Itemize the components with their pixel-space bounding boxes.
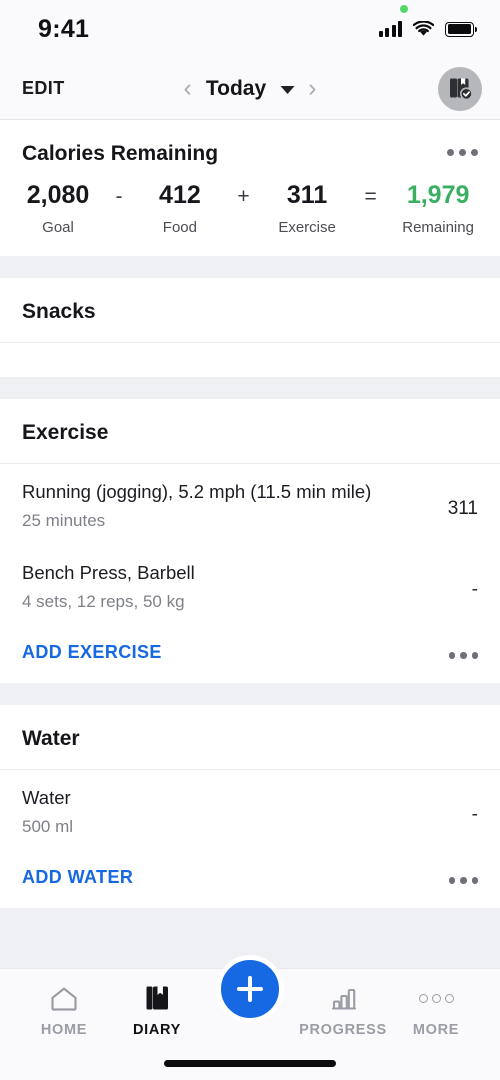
tab-diary[interactable]: DIARY (111, 983, 203, 1038)
exercise-value: 311 (286, 181, 328, 209)
status-bar: 9:41 (0, 0, 500, 58)
edit-button[interactable]: EDIT (22, 78, 65, 99)
snacks-title: Snacks (22, 299, 96, 323)
overflow-menu-icon[interactable] (447, 142, 478, 156)
exercise-entry-main: Running (jogging), 5.2 mph (11.5 min mil… (22, 480, 371, 531)
goal-value: 2,080 (26, 181, 90, 209)
more-dots-icon (418, 983, 454, 1013)
list-item-title: Bench Press, Barbell (22, 561, 195, 583)
list-item-value: 311 (447, 497, 478, 519)
operator-equals: = (364, 185, 377, 208)
avatar[interactable] (438, 66, 482, 111)
water-entry-main: Water 500 ml (22, 786, 73, 837)
calories-summary-card: Calories Remaining 2,080 Goal - 412 Food… (0, 120, 500, 256)
calories-summary-title: Calories Remaining (22, 142, 219, 165)
list-item[interactable]: Water 500 ml - (0, 770, 500, 851)
tab-home-label: HOME (40, 1022, 88, 1038)
section-gap (0, 682, 500, 705)
home-indicator (164, 1060, 336, 1067)
exercise-label: Exercise (278, 218, 336, 236)
food-stat: 412 Food (148, 180, 212, 236)
food-label: Food (162, 218, 197, 236)
home-icon (49, 983, 79, 1013)
date-navigator: ‹ Today › (184, 76, 317, 101)
list-item[interactable]: Running (jogging), 5.2 mph (11.5 min mil… (0, 464, 500, 545)
status-time: 9:41 (38, 14, 90, 43)
chevron-down-icon[interactable] (280, 86, 295, 94)
add-entry-fab[interactable] (216, 955, 284, 1023)
remaining-stat: 1,979 Remaining (402, 180, 474, 236)
wifi-icon (412, 20, 435, 37)
nav-bar: EDIT ‹ Today › (0, 58, 500, 120)
list-item-title: Running (jogging), 5.2 mph (11.5 min mil… (22, 480, 372, 502)
tab-progress-label: PROGRESS (299, 1022, 387, 1038)
overflow-menu-icon[interactable] (448, 870, 478, 884)
remaining-value: 1,979 (406, 181, 470, 209)
status-icons (378, 5, 478, 37)
list-item-subtitle: 25 minutes (22, 510, 106, 530)
water-card: Water Water 500 ml - ADD WATER (0, 704, 500, 908)
water-action-row: ADD WATER (0, 851, 500, 908)
date-label[interactable]: Today (206, 77, 266, 101)
tab-more-label: MORE (412, 1022, 460, 1038)
battery-icon (445, 21, 478, 37)
tab-more[interactable]: MORE (390, 983, 482, 1038)
food-value: 412 (159, 181, 201, 209)
calories-summary-header: Calories Remaining (0, 120, 500, 166)
goal-stat: 2,080 Goal (26, 180, 90, 236)
operator-plus: + (237, 185, 250, 208)
exercise-action-row: ADD EXERCISE (0, 626, 500, 683)
calories-summary-row: 2,080 Goal - 412 Food + 311 Exercise = 1… (0, 166, 500, 256)
recording-indicator-icon (399, 5, 408, 13)
exercise-card: Exercise Running (jogging), 5.2 mph (11.… (0, 398, 500, 683)
section-gap (0, 255, 500, 278)
snacks-card: Snacks (0, 277, 500, 377)
add-exercise-button[interactable]: ADD EXERCISE (22, 642, 162, 663)
diary-check-avatar-icon (449, 78, 473, 101)
app-screen: 9:41 EDIT ‹ Today › Calories Remaining 2… (0, 0, 500, 1080)
chevron-left-icon[interactable]: ‹ (184, 76, 192, 101)
tab-home[interactable]: HOME (18, 983, 110, 1038)
goal-label: Goal (42, 218, 74, 236)
operator-minus: - (115, 185, 123, 208)
exercise-title: Exercise (22, 420, 109, 444)
diary-book-icon (144, 983, 171, 1013)
tab-diary-label: DIARY (132, 1022, 182, 1038)
overflow-menu-icon[interactable] (448, 645, 478, 659)
list-item-value: - (471, 578, 478, 600)
remaining-label: Remaining (402, 218, 474, 236)
signal-icon (378, 21, 402, 37)
list-item-subtitle: 4 sets, 12 reps, 50 kg (22, 591, 185, 611)
chevron-right-icon[interactable]: › (308, 76, 316, 101)
list-item-subtitle: 500 ml (22, 816, 74, 836)
section-gap (0, 376, 500, 399)
snacks-empty-body (0, 343, 500, 377)
list-item[interactable]: Bench Press, Barbell 4 sets, 12 reps, 50… (0, 545, 500, 626)
exercise-entry-main: Bench Press, Barbell 4 sets, 12 reps, 50… (22, 561, 195, 612)
bottom-tab-bar: HOME DIARY PROGRESS MORE (0, 955, 500, 1080)
list-item-value: - (471, 803, 478, 825)
list-item-title: Water (22, 786, 71, 808)
tab-progress[interactable]: PROGRESS (297, 983, 389, 1038)
exercise-stat: 311 Exercise (275, 180, 339, 236)
plus-icon (237, 976, 263, 1002)
bar-chart-icon (328, 983, 358, 1013)
add-water-button[interactable]: ADD WATER (22, 867, 133, 888)
water-title: Water (22, 726, 80, 750)
